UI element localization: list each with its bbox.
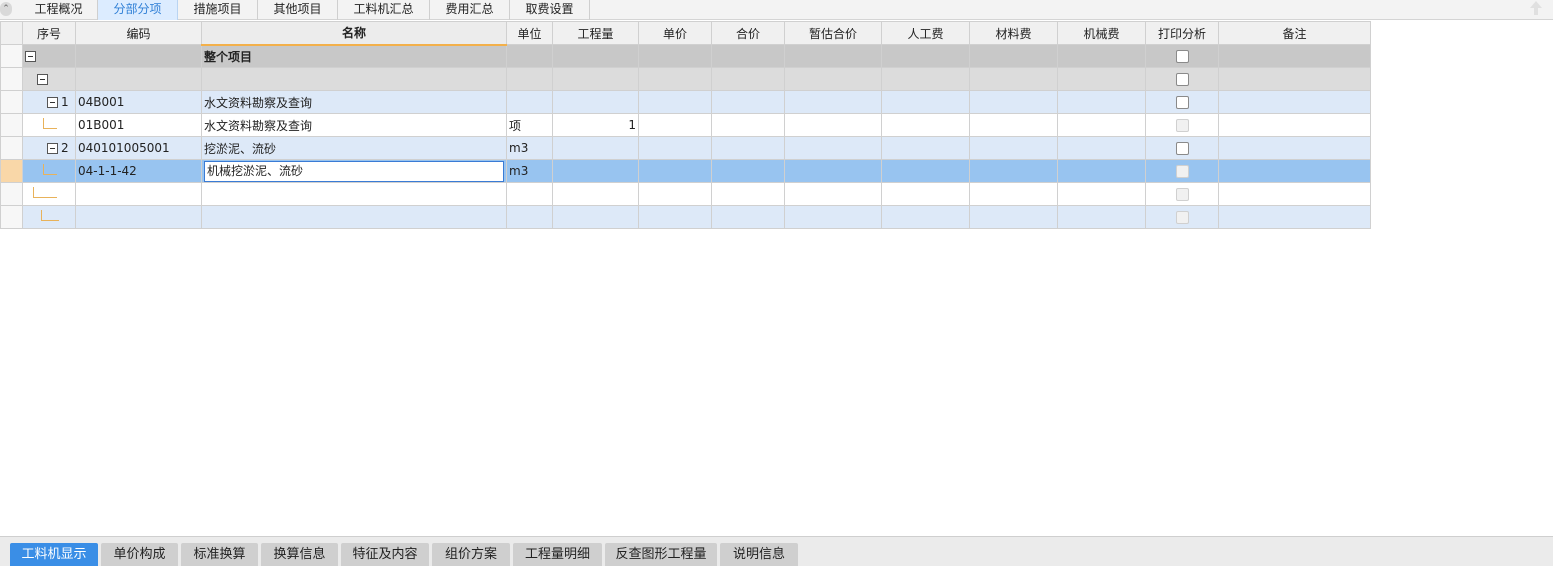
table-row[interactable] (0, 67, 1371, 91)
print-analysis-checkbox[interactable] (1175, 164, 1189, 178)
collapse-toggle-icon[interactable] (47, 97, 58, 108)
cell-quantity[interactable] (552, 205, 639, 229)
top-tab-bar: ⌃ 工程概况 分部分项 措施项目 其他项目 工料机汇总 费用汇总 取费设置 (0, 0, 1553, 20)
cell-unit[interactable] (506, 205, 553, 229)
header-unit-price[interactable]: 单价 (638, 21, 712, 45)
table-row[interactable]: 1 04B001 水文资料勘察及查询 (0, 90, 1371, 114)
cell-unit[interactable]: m3 (506, 159, 553, 183)
tab-features-content[interactable]: 特征及内容 (341, 543, 429, 567)
header-code[interactable]: 编码 (75, 21, 202, 45)
cell-name[interactable]: 水文资料勘察及查询 (201, 90, 507, 114)
cell-name[interactable] (201, 67, 507, 91)
tab-measures[interactable]: 措施项目 (178, 0, 258, 20)
cell-code[interactable] (75, 205, 202, 229)
tab-labor-material-display[interactable]: 工料机显示 (10, 543, 98, 567)
cell-quantity[interactable]: 1 (552, 113, 639, 137)
tab-description-info[interactable]: 说明信息 (720, 543, 798, 567)
cell-name[interactable] (201, 205, 507, 229)
header-print-analysis[interactable]: 打印分析 (1145, 21, 1219, 45)
collapse-toggle-icon[interactable] (47, 143, 58, 154)
sub-item-grid: 序号 编码 名称 单位 工程量 单价 合价 暂估合价 人工费 材料费 机械费 打… (0, 21, 1371, 229)
table-row-selected[interactable]: 04-1-1-42 机械挖淤泥、流砂 m3 (0, 159, 1371, 183)
cell-name[interactable]: 整个项目 (201, 44, 507, 68)
tab-reverse-graphic-quantity[interactable]: 反查图形工程量 (605, 543, 717, 567)
print-analysis-checkbox[interactable] (1175, 95, 1189, 109)
cell-code[interactable]: 040101005001 (75, 136, 202, 160)
collapse-icon[interactable]: ⌃ (0, 2, 12, 16)
table-row[interactable]: 整个项目 (0, 44, 1371, 68)
header-row-number (0, 21, 23, 45)
cell-code[interactable] (75, 67, 202, 91)
collapse-toggle-icon[interactable] (25, 51, 36, 62)
app-root: { "top_tabs": ["工程概况", "分部分项", "措施项目", "… (0, 0, 1553, 575)
cell-unit[interactable] (506, 182, 553, 206)
cell-name[interactable]: 机械挖淤泥、流砂 (201, 159, 507, 183)
tab-other-items[interactable]: 其他项目 (258, 0, 338, 20)
tree-connector (43, 118, 57, 129)
print-analysis-checkbox[interactable] (1175, 210, 1189, 224)
tab-sub-items[interactable]: 分部分项 (98, 0, 178, 20)
header-name[interactable]: 名称 (201, 21, 507, 46)
header-quantity[interactable]: 工程量 (552, 21, 639, 45)
tab-labor-material-summary[interactable]: 工料机汇总 (338, 0, 430, 20)
cell-quantity[interactable] (552, 136, 639, 160)
cell-code[interactable]: 04-1-1-42 (75, 159, 202, 183)
cell-quantity[interactable] (552, 90, 639, 114)
table-row[interactable] (0, 182, 1371, 206)
tab-pricing-scheme[interactable]: 组价方案 (432, 543, 510, 567)
grid-header-row: 序号 编码 名称 单位 工程量 单价 合价 暂估合价 人工费 材料费 机械费 打… (0, 21, 1371, 46)
print-analysis-checkbox[interactable] (1175, 49, 1189, 63)
cell-unit[interactable]: 项 (506, 113, 553, 137)
cell-quantity[interactable] (552, 159, 639, 183)
cell-unit[interactable]: m3 (506, 136, 553, 160)
cell-code[interactable] (75, 44, 202, 68)
print-analysis-checkbox[interactable] (1175, 187, 1189, 201)
print-analysis-checkbox[interactable] (1175, 72, 1189, 86)
bottom-toolstrip (0, 566, 1553, 575)
collapse-toggle-icon[interactable] (37, 74, 48, 85)
table-row[interactable] (0, 205, 1371, 229)
header-remarks[interactable]: 备注 (1218, 21, 1371, 45)
bottom-tab-bar: 工料机显示 单价构成 标准换算 换算信息 特征及内容 组价方案 工程量明细 反查… (0, 536, 1553, 567)
tree-connector (43, 164, 57, 175)
tab-project-overview[interactable]: 工程概况 (20, 0, 98, 20)
header-machine-cost[interactable]: 机械费 (1057, 21, 1146, 45)
name-edit-field[interactable]: 机械挖淤泥、流砂 (204, 160, 504, 182)
cell-code[interactable] (75, 182, 202, 206)
tree-connector (41, 210, 59, 221)
cell-unit[interactable] (506, 67, 553, 91)
table-row[interactable]: 2 040101005001 挖淤泥、流砂 m3 (0, 136, 1371, 160)
cell-unit[interactable] (506, 44, 553, 68)
scroll-top-icon[interactable] (1529, 0, 1543, 16)
cell-quantity[interactable] (552, 67, 639, 91)
cell-name[interactable] (201, 182, 507, 206)
cell-name[interactable]: 挖淤泥、流砂 (201, 136, 507, 160)
header-estimated-price[interactable]: 暂估合价 (784, 21, 882, 45)
cell-code[interactable]: 01B001 (75, 113, 202, 137)
cell-unit[interactable] (506, 90, 553, 114)
tab-cost-summary[interactable]: 费用汇总 (430, 0, 510, 20)
print-analysis-checkbox[interactable] (1175, 118, 1189, 132)
header-labor-cost[interactable]: 人工费 (881, 21, 970, 45)
cell-code[interactable]: 04B001 (75, 90, 202, 114)
tree-connector (33, 187, 57, 198)
header-seq[interactable]: 序号 (22, 21, 76, 45)
table-row[interactable]: 01B001 水文资料勘察及查询 项 1 (0, 113, 1371, 137)
print-analysis-checkbox[interactable] (1175, 141, 1189, 155)
cell-quantity[interactable] (552, 44, 639, 68)
header-unit[interactable]: 单位 (506, 21, 553, 45)
tab-quantity-details[interactable]: 工程量明细 (513, 543, 602, 567)
tab-standard-conversion[interactable]: 标准换算 (181, 543, 258, 567)
cell-name[interactable]: 水文资料勘察及查询 (201, 113, 507, 137)
header-material-cost[interactable]: 材料费 (969, 21, 1058, 45)
cell-quantity[interactable] (552, 182, 639, 206)
tab-conversion-info[interactable]: 换算信息 (261, 543, 338, 567)
header-total-price[interactable]: 合价 (711, 21, 785, 45)
tab-unit-price-composition[interactable]: 单价构成 (101, 543, 178, 567)
tab-fee-settings[interactable]: 取费设置 (510, 0, 590, 20)
